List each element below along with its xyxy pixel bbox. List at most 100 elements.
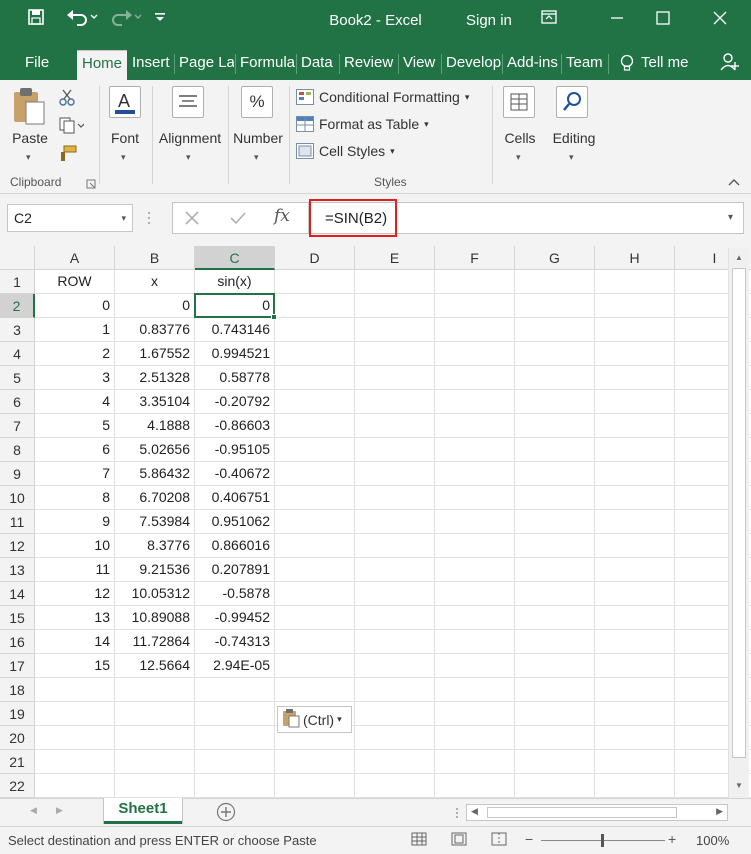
cell-d22[interactable] [275,774,355,798]
cell-c7[interactable]: -0.86603 [195,414,275,438]
cell-e17[interactable] [355,654,435,678]
cell-a11[interactable]: 9 [35,510,115,534]
row-header-19[interactable]: 19 [0,702,35,726]
scroll-up-icon[interactable]: ▲ [735,253,743,262]
tab-review[interactable]: Review [341,50,397,80]
cell-h18[interactable] [595,678,675,702]
row-header-20[interactable]: 20 [0,726,35,750]
cell-c10[interactable]: 0.406751 [195,486,275,510]
cell-c5[interactable]: 0.58778 [195,366,275,390]
cell-h16[interactable] [595,630,675,654]
scroll-right-icon[interactable]: ▶ [716,806,723,817]
cell-b2[interactable]: 0 [115,294,195,318]
cell-h17[interactable] [595,654,675,678]
zoom-slider-thumb[interactable] [601,834,604,847]
cell-g21[interactable] [515,750,595,774]
cell-b5[interactable]: 2.51328 [115,366,195,390]
tell-me-search[interactable]: Tell me [638,50,692,80]
format-painter-icon[interactable] [58,144,78,165]
cell-g9[interactable] [515,462,595,486]
cell-g3[interactable] [515,318,595,342]
cell-g19[interactable] [515,702,595,726]
cell-f6[interactable] [435,390,515,414]
vertical-scrollbar[interactable]: ▲ ▼ [728,248,749,798]
cell-a17[interactable]: 15 [35,654,115,678]
cell-d2[interactable] [275,294,355,318]
row-header-8[interactable]: 8 [0,438,35,462]
alignment-icon[interactable] [172,86,204,118]
cell-c15[interactable]: -0.99452 [195,606,275,630]
cell-b15[interactable]: 10.89088 [115,606,195,630]
cell-c20[interactable] [195,726,275,750]
paste-icon[interactable] [12,86,46,126]
cell-h9[interactable] [595,462,675,486]
cell-a15[interactable]: 13 [35,606,115,630]
cell-f10[interactable] [435,486,515,510]
cell-h4[interactable] [595,342,675,366]
tab-view[interactable]: View [400,50,440,80]
cell-b3[interactable]: 0.83776 [115,318,195,342]
row-header-4[interactable]: 4 [0,342,35,366]
cell-g14[interactable] [515,582,595,606]
font-icon[interactable]: A [109,86,141,118]
minimize-icon[interactable] [594,4,640,38]
cell-c16[interactable]: -0.74313 [195,630,275,654]
cell-e10[interactable] [355,486,435,510]
cell-d13[interactable] [275,558,355,582]
zoom-level[interactable]: 100% [696,833,729,848]
cell-h21[interactable] [595,750,675,774]
cell-c3[interactable]: 0.743146 [195,318,275,342]
cell-h8[interactable] [595,438,675,462]
row-header-11[interactable]: 11 [0,510,35,534]
save-icon[interactable] [24,8,48,34]
cell-f20[interactable] [435,726,515,750]
drag-handle-icon[interactable] [146,210,152,226]
cell-g13[interactable] [515,558,595,582]
cell-e14[interactable] [355,582,435,606]
cell-g22[interactable] [515,774,595,798]
column-header-g[interactable]: G [515,246,595,270]
row-header-15[interactable]: 15 [0,606,35,630]
cell-h12[interactable] [595,534,675,558]
cell-b20[interactable] [115,726,195,750]
tab-page-layout[interactable]: Page La [176,50,234,80]
cell-a5[interactable]: 3 [35,366,115,390]
cell-h11[interactable] [595,510,675,534]
row-header-1[interactable]: 1 [0,270,35,294]
cell-f12[interactable] [435,534,515,558]
number-button[interactable]: Number [229,130,287,146]
column-header-a[interactable]: A [35,246,115,270]
cell-a20[interactable] [35,726,115,750]
cell-a4[interactable]: 2 [35,342,115,366]
cell-h14[interactable] [595,582,675,606]
name-box[interactable]: C2 ▾ [7,204,133,232]
cell-a9[interactable]: 7 [35,462,115,486]
cell-b14[interactable]: 10.05312 [115,582,195,606]
cell-g18[interactable] [515,678,595,702]
page-layout-view-icon[interactable] [451,832,469,848]
zoom-out-icon[interactable]: − [525,831,533,847]
row-header-3[interactable]: 3 [0,318,35,342]
alignment-button[interactable]: Alignment [154,130,226,146]
cell-f8[interactable] [435,438,515,462]
cell-g11[interactable] [515,510,595,534]
row-header-16[interactable]: 16 [0,630,35,654]
cell-g12[interactable] [515,534,595,558]
cell-f11[interactable] [435,510,515,534]
collapse-ribbon-icon[interactable] [727,175,741,190]
cell-f21[interactable] [435,750,515,774]
cell-e6[interactable] [355,390,435,414]
row-header-14[interactable]: 14 [0,582,35,606]
row-header-2[interactable]: 2 [0,294,35,318]
cell-f17[interactable] [435,654,515,678]
cell-d17[interactable] [275,654,355,678]
cell-b4[interactable]: 1.67552 [115,342,195,366]
cell-a21[interactable] [35,750,115,774]
column-header-b[interactable]: B [115,246,195,270]
scroll-down-icon[interactable]: ▼ [735,781,743,790]
cell-a13[interactable]: 11 [35,558,115,582]
cell-e22[interactable] [355,774,435,798]
normal-view-icon[interactable] [411,832,429,848]
tab-add-ins[interactable]: Add-ins [504,50,560,80]
cell-d6[interactable] [275,390,355,414]
